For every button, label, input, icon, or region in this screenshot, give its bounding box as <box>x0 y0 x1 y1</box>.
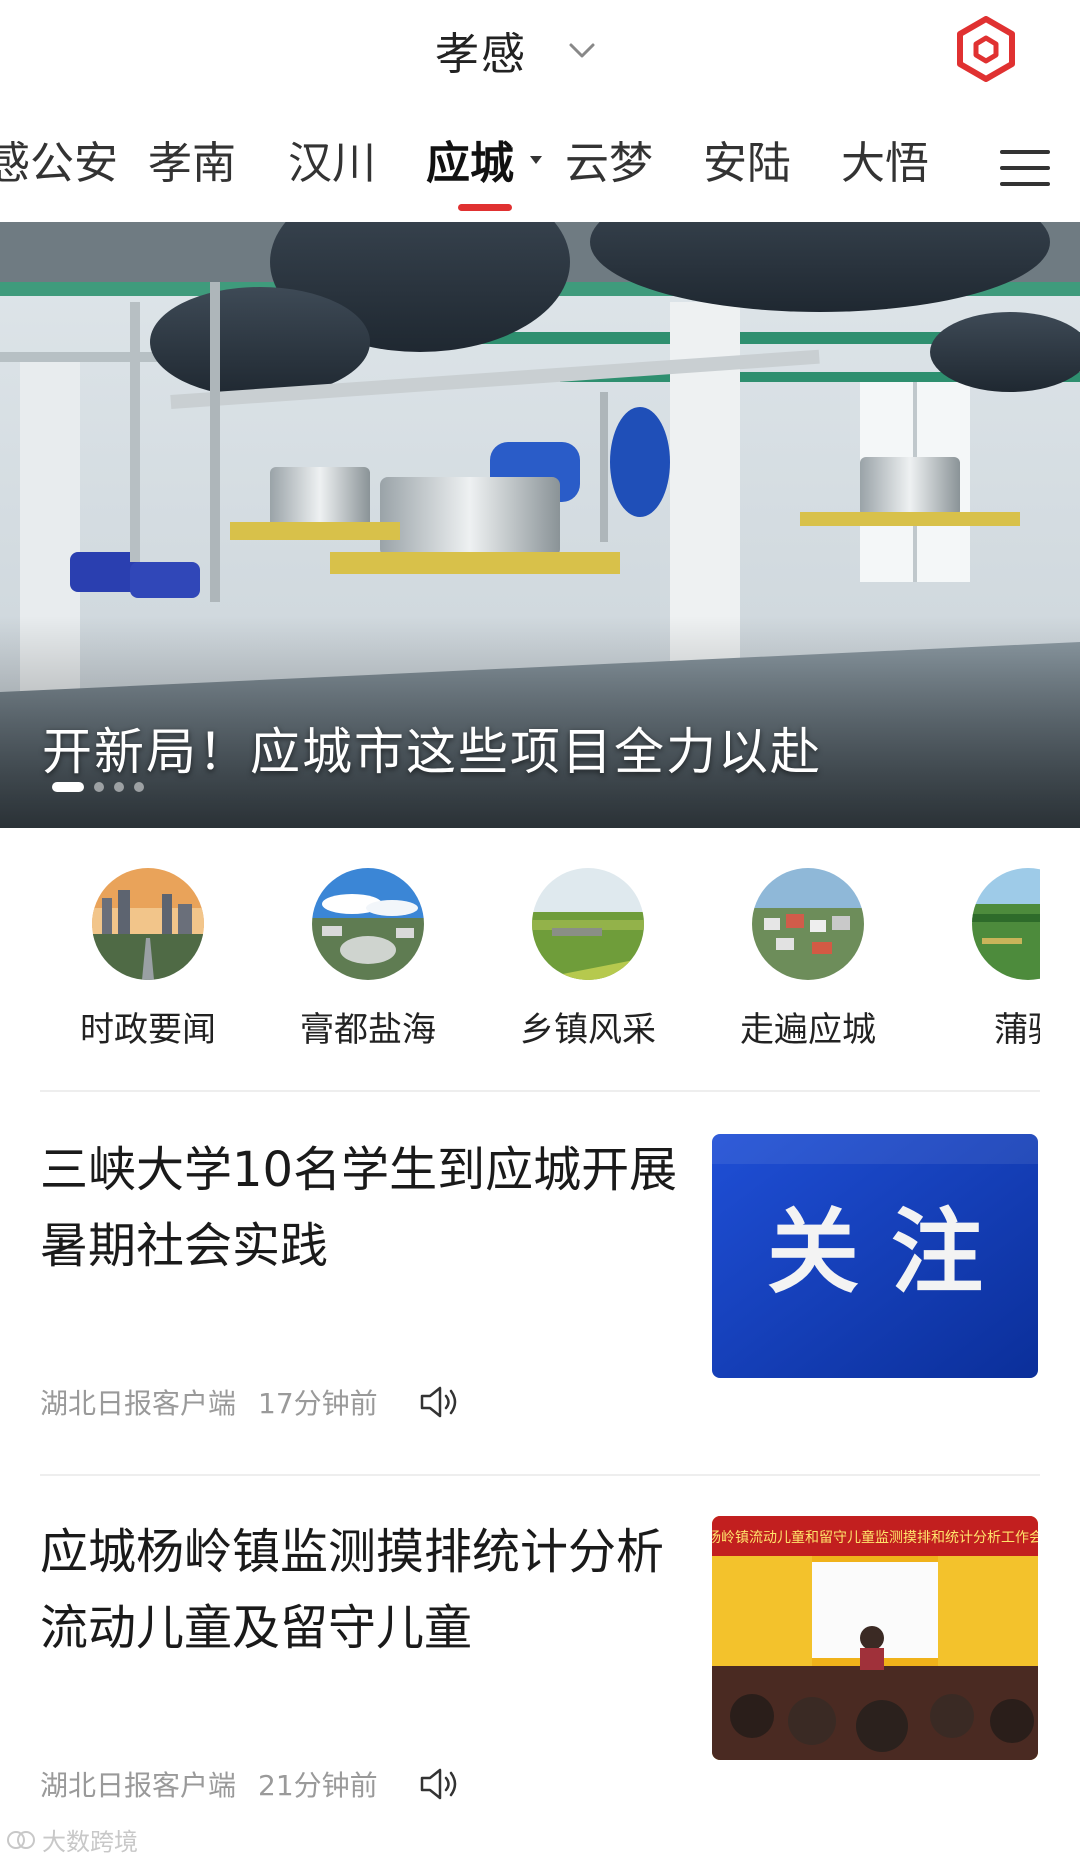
carousel-dot-active <box>52 782 84 792</box>
thumb-banner-text: 杨岭镇流动儿童和留守儿童监测摸排和统计分析工作会 <box>712 1529 1038 1546</box>
news-title[interactable]: 应城杨岭镇监测摸排统计分析流动儿童及留守儿童 <box>40 1514 680 1666</box>
tab-anlu[interactable]: 安陆 <box>703 138 791 190</box>
news-thumbnail: 关 注 <box>712 1134 1038 1378</box>
news-meta: 湖北日报客户端 21分钟前 <box>40 1764 462 1804</box>
divider <box>40 1090 1040 1092</box>
city-title: 孝感 <box>435 29 527 80</box>
speaker-icon[interactable] <box>418 1384 462 1420</box>
top-header: 孝感 <box>0 0 1080 100</box>
news-time: 21分钟前 <box>258 1769 378 1802</box>
divider <box>40 1474 1040 1476</box>
chevron-down-icon <box>569 43 595 58</box>
carousel-indicator <box>52 782 154 792</box>
carousel-dot <box>94 782 104 792</box>
menu-icon[interactable] <box>1000 150 1050 190</box>
tab-xiaonan[interactable]: 孝南 <box>148 138 236 190</box>
tab-yunmeng[interactable]: 云梦 <box>565 138 653 190</box>
news-title[interactable]: 三峡大学10名学生到应城开展暑期社会实践 <box>40 1132 680 1284</box>
news-meta: 湖北日报客户端 17分钟前 <box>40 1382 462 1422</box>
news-thumbnail: 杨岭镇流动儿童和留守儿童监测摸排和统计分析工作会 <box>712 1516 1038 1760</box>
category-label: 时政要闻 <box>80 1010 216 1050</box>
city-selector[interactable]: 孝感 <box>435 12 597 88</box>
plaza-thumb <box>312 868 424 980</box>
category-item[interactable]: 走遍应城 <box>698 868 918 1051</box>
banner-carousel[interactable]: 开新局！应城市这些项目全力以赴 <box>0 222 1080 828</box>
category-item[interactable]: 时政要闻 <box>40 868 258 1051</box>
category-item[interactable]: 蒲骚 <box>918 868 1040 1051</box>
category-item[interactable]: 乡镇风采 <box>478 868 698 1051</box>
watermark-text: 大数跨境 <box>42 1828 138 1856</box>
category-label: 乡镇风采 <box>520 1010 656 1050</box>
tabs-fade-edge <box>960 132 970 192</box>
news-item[interactable]: 三峡大学10名学生到应城开展暑期社会实践 关 注 湖北日报客户端 17分钟前 <box>40 1112 1040 1442</box>
news-time: 17分钟前 <box>258 1387 378 1420</box>
news-item[interactable]: 应城杨岭镇监测摸排统计分析流动儿童及留守儿童 杨岭镇流动儿童和留守儿童监测摸排和… <box>40 1494 1040 1824</box>
watermark: 大数跨境 <box>6 1822 138 1857</box>
news-source: 湖北日报客户端 <box>40 1769 237 1802</box>
region-tabs: 感公安 孝南 汉川 应城 云梦 安陆 大悟 <box>0 110 1080 220</box>
news-source: 湖北日报客户端 <box>40 1387 237 1420</box>
village-thumb <box>752 868 864 980</box>
tab-dropdown-caret-icon <box>530 156 542 164</box>
watermark-logo-icon <box>7 1830 35 1849</box>
tab-dawu[interactable]: 大悟 <box>841 138 929 190</box>
carousel-dot <box>114 782 124 792</box>
banner-title[interactable]: 开新局！应城市这些项目全力以赴 <box>42 712 822 784</box>
category-label: 走遍应城 <box>740 1010 876 1050</box>
city-sunset-thumb <box>92 868 204 980</box>
category-label: 蒲骚 <box>994 1010 1040 1050</box>
category-row: 时政要闻 膏都盐海 乡镇风采 走遍应城 蒲 <box>40 860 1040 1060</box>
tab-hanchuan[interactable]: 汉川 <box>288 138 376 190</box>
hexagon-logo-icon[interactable] <box>955 16 1017 82</box>
field-thumb <box>972 868 1040 980</box>
carousel-dot <box>134 782 144 792</box>
tab-yingcheng[interactable]: 应城 <box>426 138 514 190</box>
category-item[interactable]: 膏都盐海 <box>258 868 478 1051</box>
active-tab-indicator <box>458 204 512 211</box>
farmland-thumb <box>532 868 644 980</box>
thumb-text: 关 注 <box>767 1198 983 1306</box>
category-label: 膏都盐海 <box>300 1010 436 1050</box>
tab-gongan[interactable]: 感公安 <box>0 138 118 190</box>
speaker-icon[interactable] <box>418 1766 462 1802</box>
